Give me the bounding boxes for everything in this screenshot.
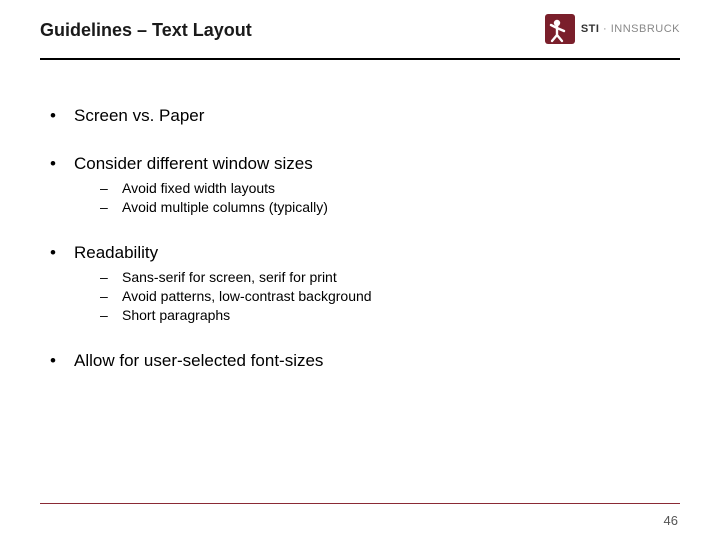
sub-list-item-text: Avoid multiple columns (typically)	[122, 199, 328, 215]
dash-marker: –	[100, 199, 122, 215]
list-item: • Readability	[50, 243, 680, 263]
brand-text: STI · INNSBRUCK	[581, 23, 680, 35]
footer-divider	[40, 503, 680, 504]
sub-list-item: – Avoid multiple columns (typically)	[100, 199, 680, 215]
list-item: • Screen vs. Paper	[50, 106, 680, 126]
dash-marker: –	[100, 307, 122, 323]
dash-marker: –	[100, 180, 122, 196]
page-number: 46	[664, 513, 678, 528]
sub-list-item: – Avoid fixed width layouts	[100, 180, 680, 196]
dash-marker: –	[100, 288, 122, 304]
brand-text-light: · INNSBRUCK	[599, 23, 680, 35]
sublist: – Avoid fixed width layouts – Avoid mult…	[100, 180, 680, 215]
list-item-text: Consider different window sizes	[74, 154, 313, 174]
list-item: • Consider different window sizes	[50, 154, 680, 174]
sub-list-item: – Sans-serif for screen, serif for print	[100, 269, 680, 285]
slide-content: • Screen vs. Paper • Consider different …	[0, 60, 720, 371]
slide-header: Guidelines – Text Layout STI · INNSBRUCK	[0, 0, 720, 58]
bullet-marker: •	[50, 154, 74, 174]
sub-list-item-text: Sans-serif for screen, serif for print	[122, 269, 337, 285]
bullet-marker: •	[50, 106, 74, 126]
list-item: • Allow for user-selected font-sizes	[50, 351, 680, 371]
slide: Guidelines – Text Layout STI · INNSBRUCK…	[0, 0, 720, 540]
list-item-text: Allow for user-selected font-sizes	[74, 351, 323, 371]
list-item-text: Screen vs. Paper	[74, 106, 204, 126]
sub-list-item: – Avoid patterns, low-contrast backgroun…	[100, 288, 680, 304]
sub-list-item-text: Avoid fixed width layouts	[122, 180, 275, 196]
sub-list-item-text: Avoid patterns, low-contrast background	[122, 288, 372, 304]
sublist: – Sans-serif for screen, serif for print…	[100, 269, 680, 323]
dash-marker: –	[100, 269, 122, 285]
bullet-marker: •	[50, 243, 74, 263]
sti-person-icon	[545, 14, 575, 44]
sub-list-item-text: Short paragraphs	[122, 307, 230, 323]
bullet-marker: •	[50, 351, 74, 371]
brand-logo: STI · INNSBRUCK	[545, 14, 680, 44]
list-item-text: Readability	[74, 243, 158, 263]
brand-text-bold: STI	[581, 23, 600, 35]
sub-list-item: – Short paragraphs	[100, 307, 680, 323]
